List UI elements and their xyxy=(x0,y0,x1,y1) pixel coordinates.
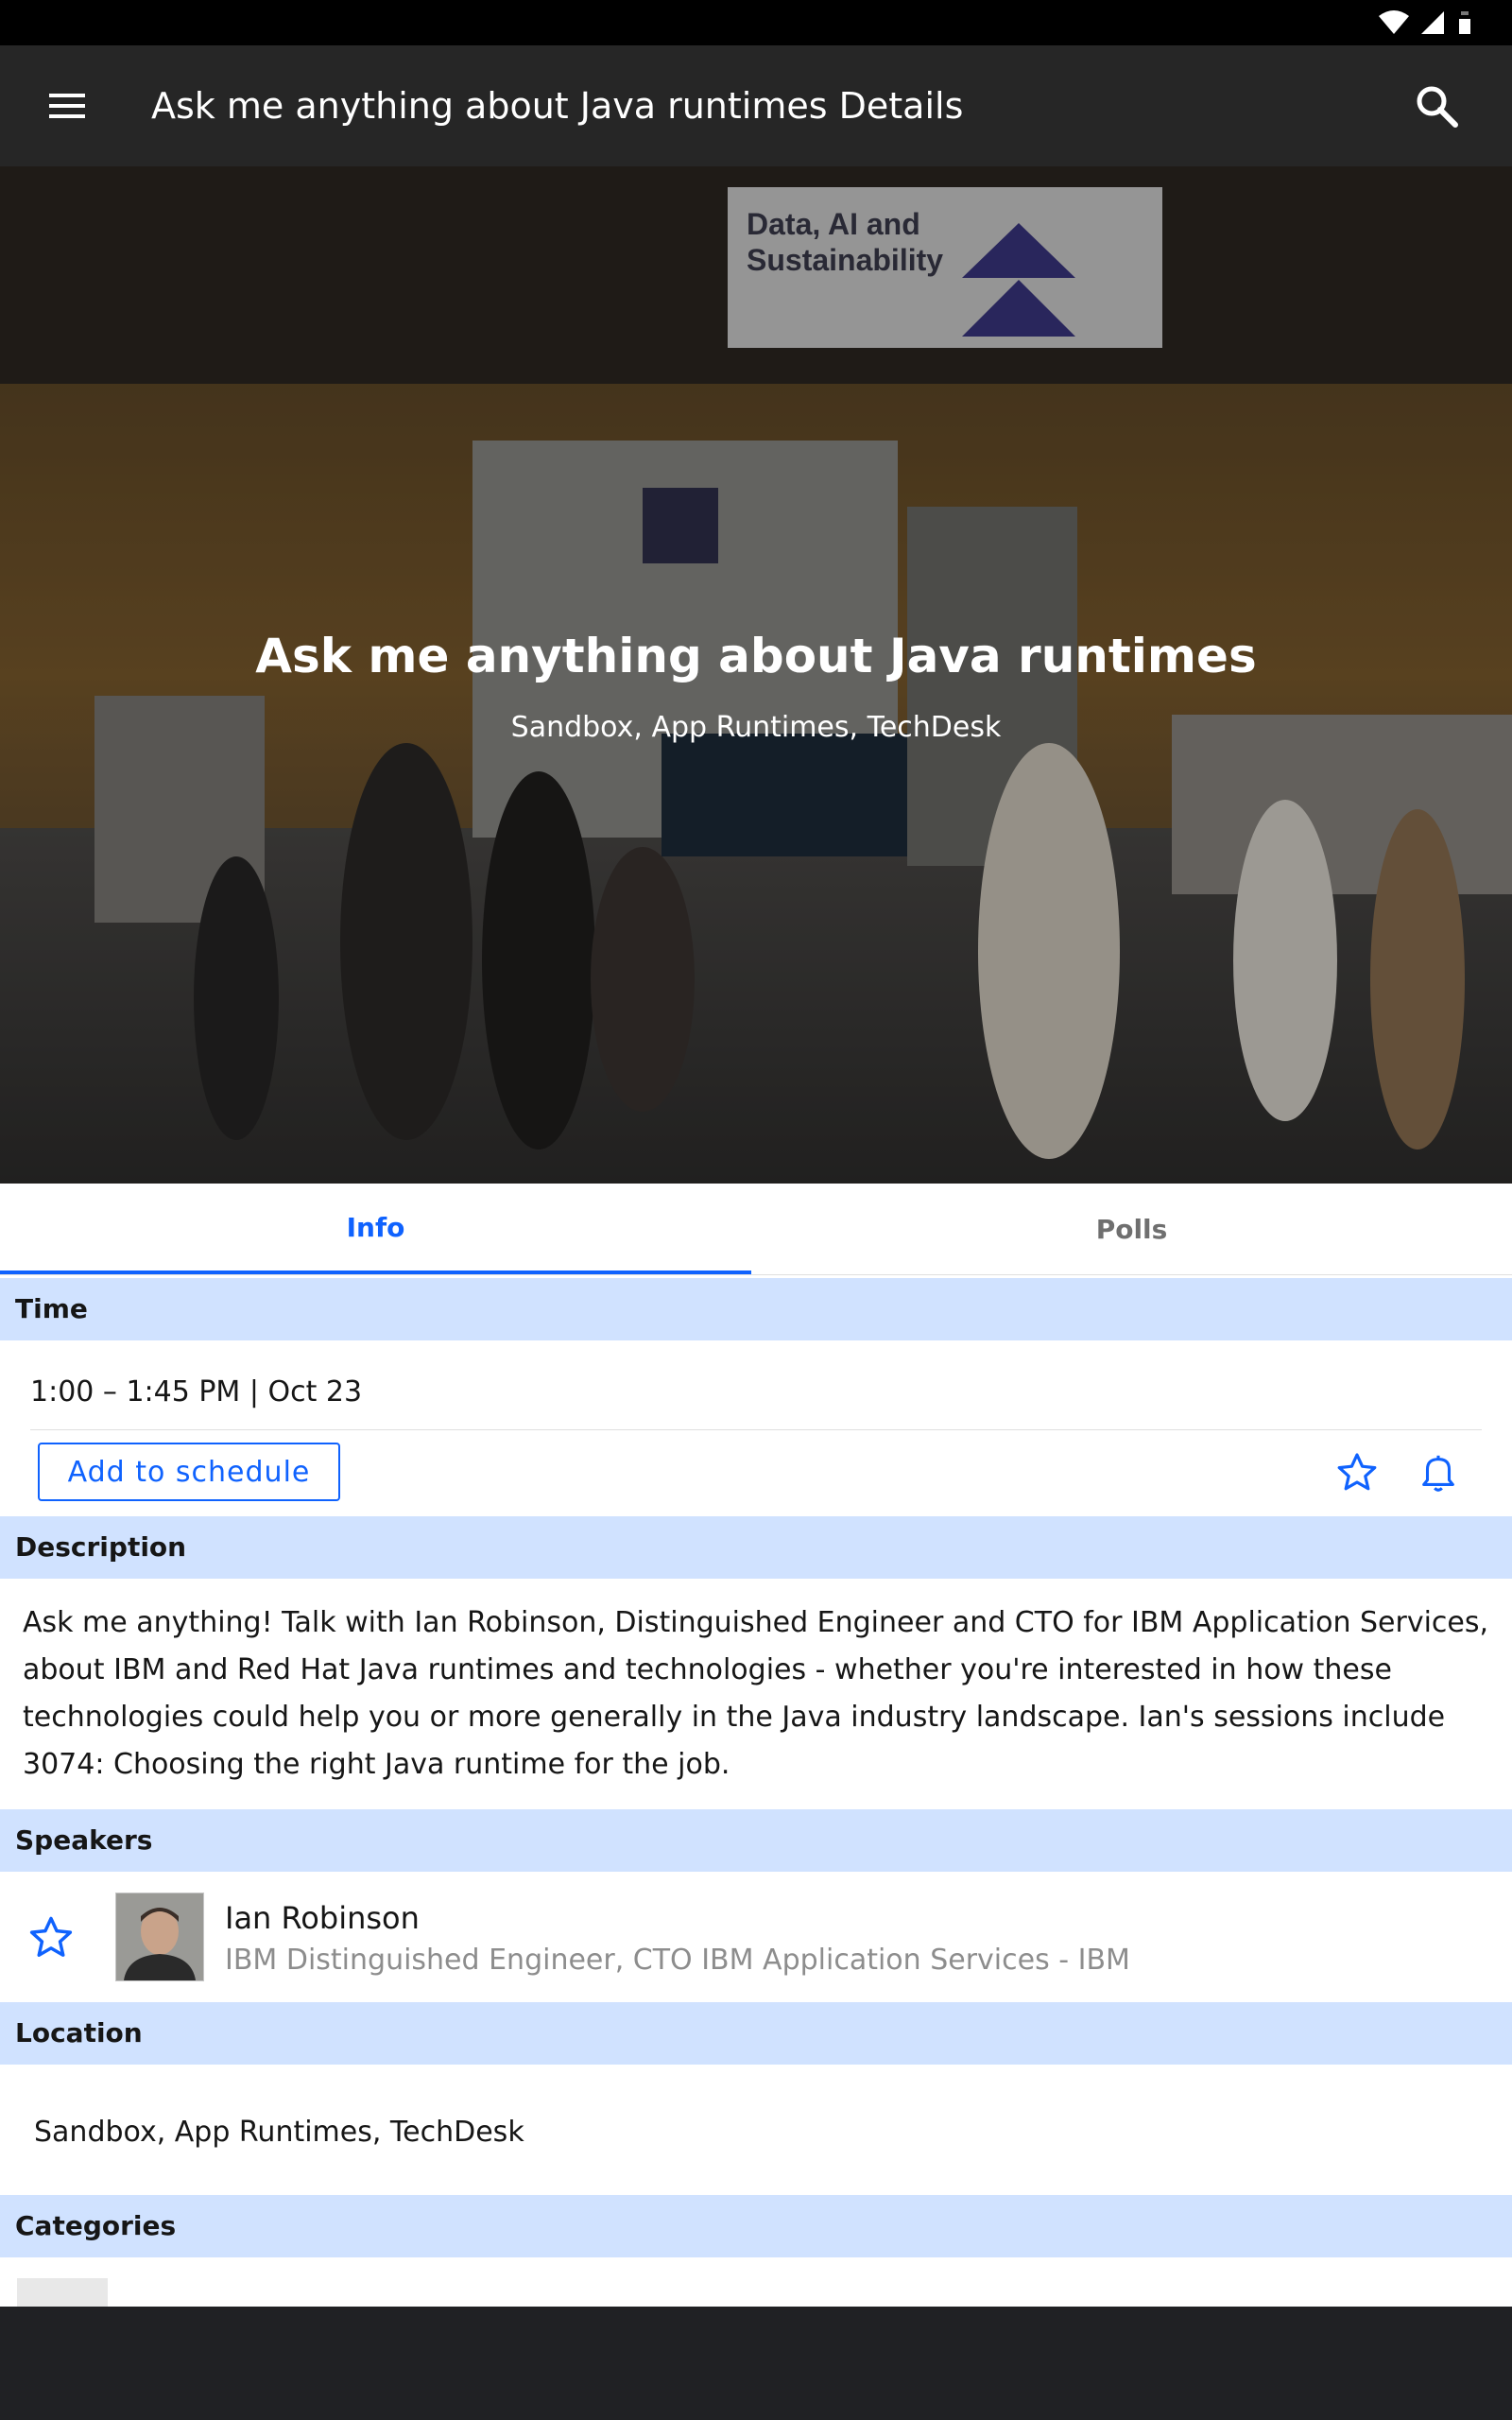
star-icon xyxy=(1337,1453,1377,1491)
speaker-name[interactable]: Ian Robinson xyxy=(225,1898,420,1938)
categories-section-header: Categories xyxy=(0,2195,1512,2257)
session-time: 1:00 – 1:45 PM | Oct 23 xyxy=(30,1375,363,1409)
star-icon xyxy=(29,1916,73,1957)
add-to-schedule-button[interactable]: Add to schedule xyxy=(38,1443,340,1501)
speaker-title: IBM Distinguished Engineer, CTO IBM Appl… xyxy=(225,1944,1130,1977)
session-description: Ask me anything! Talk with Ian Robinson,… xyxy=(23,1606,1489,1781)
wifi-icon xyxy=(1379,10,1409,34)
search-icon xyxy=(1417,86,1458,128)
location-section-header: Location xyxy=(0,2002,1512,2065)
page-title: Ask me anything about Java runtimes Deta… xyxy=(151,85,964,127)
speaker-favorite-button[interactable] xyxy=(23,1910,79,1966)
status-icons xyxy=(1378,9,1474,36)
time-section-header: Time xyxy=(0,1278,1512,1340)
app-bar: Ask me anything about Java runtimes Deta… xyxy=(0,45,1512,166)
notify-button[interactable] xyxy=(1410,1444,1467,1501)
location-value: Sandbox, App Runtimes, TechDesk xyxy=(34,2116,524,2149)
bell-icon xyxy=(1422,1455,1454,1492)
speaker-photo xyxy=(116,1893,203,1980)
tab-polls[interactable]: Polls xyxy=(756,1184,1507,1274)
hero-banner: Data, AI and Sustainability Ask me anyth… xyxy=(0,166,1512,1184)
speakers-section-header: Speakers xyxy=(0,1809,1512,1872)
divider xyxy=(30,1429,1482,1430)
session-subtitle: Sandbox, App Runtimes, TechDesk xyxy=(510,711,1002,744)
tab-info[interactable]: Info xyxy=(0,1184,751,1274)
speaker-avatar[interactable] xyxy=(115,1893,204,1981)
menu-button[interactable] xyxy=(30,68,106,144)
signal-icon xyxy=(1421,11,1444,34)
category-chip[interactable] xyxy=(17,2278,108,2307)
hamburger-menu-icon xyxy=(49,94,85,118)
battery-icon xyxy=(1459,11,1470,34)
status-bar xyxy=(0,0,1512,45)
favorite-button[interactable] xyxy=(1329,1444,1385,1501)
system-navigation-bar xyxy=(0,2307,1512,2420)
session-title: Ask me anything about Java runtimes xyxy=(255,629,1257,683)
tab-bar: Info Polls xyxy=(0,1184,1512,1275)
description-section-header: Description xyxy=(0,1516,1512,1579)
search-button[interactable] xyxy=(1399,68,1474,144)
